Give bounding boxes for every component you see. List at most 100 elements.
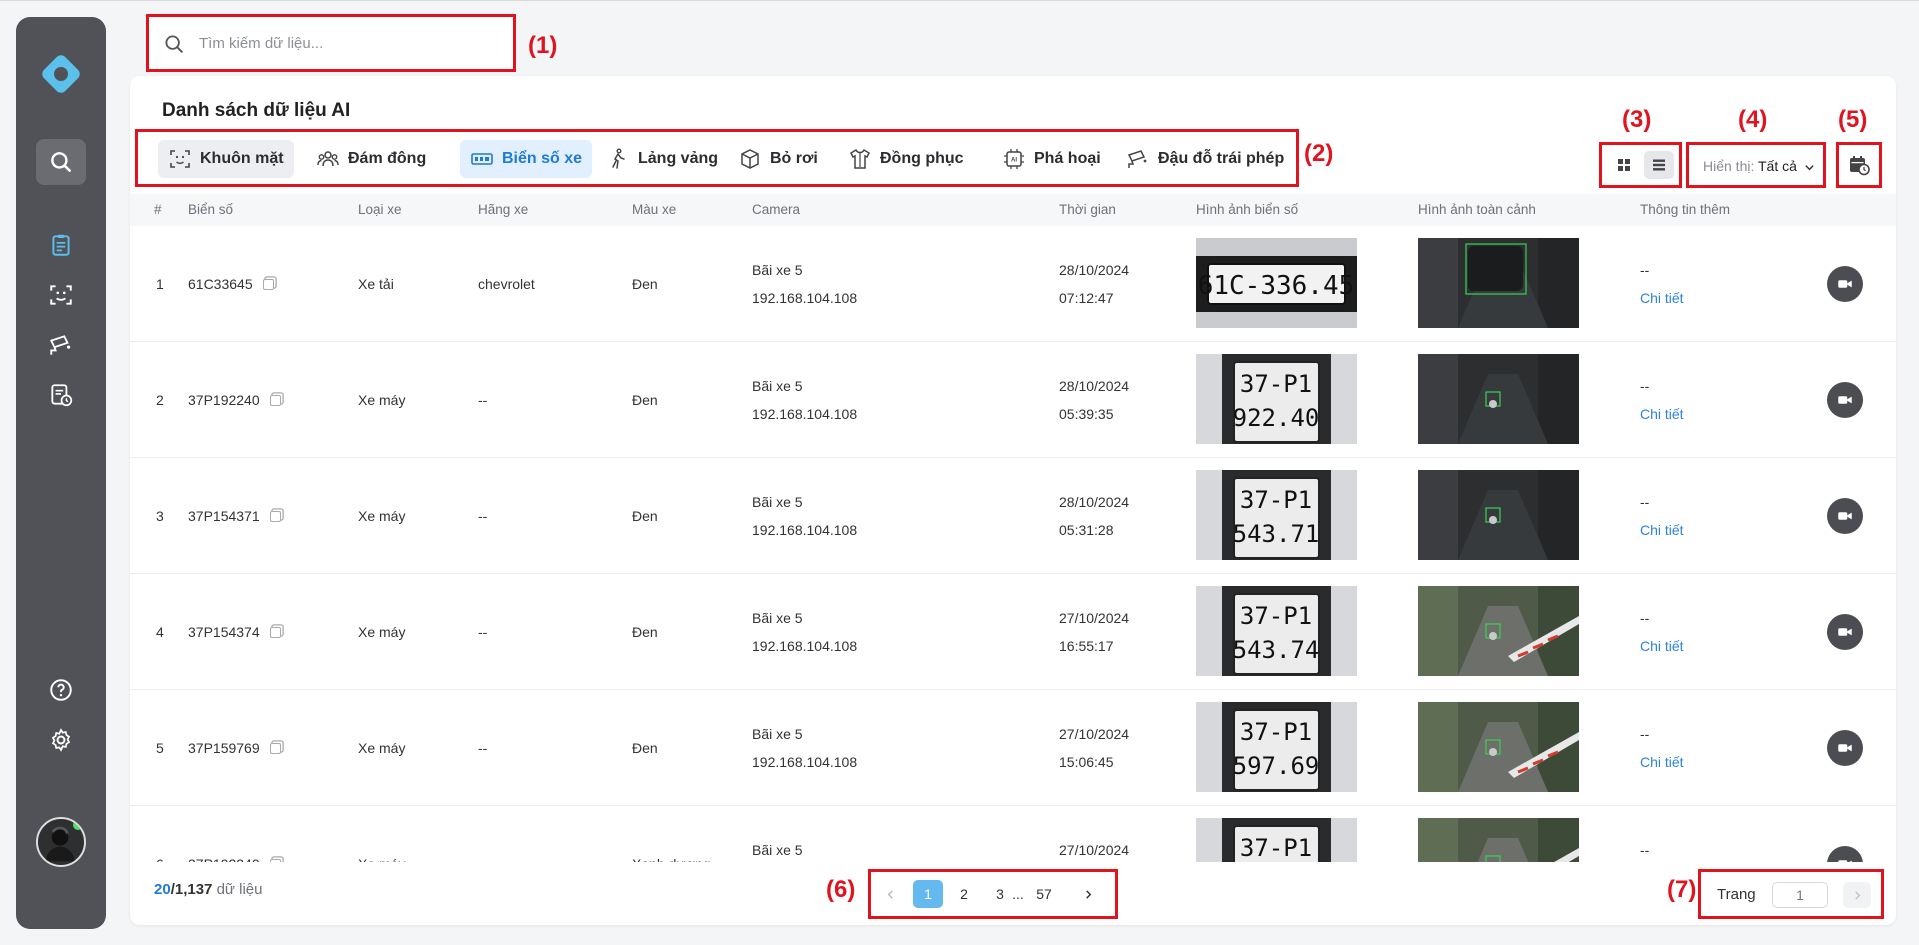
scene-image[interactable] xyxy=(1418,818,1579,862)
tab-uniform[interactable]: Đồng phục xyxy=(838,140,974,178)
sidebar-search-button[interactable] xyxy=(36,139,86,185)
scene-image[interactable] xyxy=(1418,238,1579,328)
vehicle-color: Đen xyxy=(632,740,658,756)
date: 28/10/2024 xyxy=(1059,378,1130,394)
detail-link[interactable]: Chi tiết xyxy=(1640,632,1684,660)
page-button[interactable]: 2 xyxy=(949,880,979,908)
plate-number: 37P159769 xyxy=(188,740,281,756)
settings-button[interactable] xyxy=(36,717,86,763)
copy-icon[interactable] xyxy=(269,859,281,862)
search-input[interactable] xyxy=(199,29,499,57)
plate-image[interactable]: 37-P1 597.69 xyxy=(1196,702,1357,792)
app-logo[interactable] xyxy=(36,49,86,99)
plate-image[interactable]: 37-P1 543.71 xyxy=(1196,470,1357,560)
chevron-right-icon xyxy=(1854,890,1860,900)
extra-info-value: -- xyxy=(1640,494,1650,510)
plate-image[interactable]: 37-P1 543.74 xyxy=(1196,586,1357,676)
annotation-label: (5) xyxy=(1838,106,1868,133)
scene-image[interactable] xyxy=(1418,354,1579,444)
chevron-down-icon xyxy=(1805,165,1814,171)
tab-vandalism[interactable]: AI Phá hoại xyxy=(992,140,1111,178)
sidebar-item-report[interactable] xyxy=(36,372,86,418)
table-row[interactable]: 3 37P154371 Xe máy -- Đen Bãi xe 5 192.16… xyxy=(130,458,1896,574)
play-video-button[interactable] xyxy=(1827,730,1863,766)
copy-icon[interactable] xyxy=(262,279,274,290)
camera-name: Bãi xe 5 xyxy=(752,378,803,394)
avatar[interactable] xyxy=(36,817,86,867)
chevron-right-icon xyxy=(1085,889,1091,899)
video-camera-icon xyxy=(1838,744,1852,752)
annotation-label: (1) xyxy=(528,32,558,59)
time: 15:06:45 xyxy=(1059,754,1114,770)
camera-info: Bãi xe 5192.168.104.108 xyxy=(752,720,857,776)
row-index: 6 xyxy=(156,856,164,862)
detail-link[interactable]: Chi tiết xyxy=(1640,748,1684,776)
help-button[interactable] xyxy=(36,667,86,713)
vehicle-type: Xe máy xyxy=(358,392,406,408)
license-plate-icon xyxy=(471,153,493,165)
tab-illegal-parking[interactable]: Đậu đỗ trái phép xyxy=(1116,140,1294,178)
column-header: Thời gian xyxy=(1059,202,1116,217)
camera-name: Bãi xe 5 xyxy=(752,610,803,626)
camera-ip: 192.168.104.108 xyxy=(752,754,858,770)
play-video-button[interactable] xyxy=(1827,266,1863,302)
grid-view-button[interactable] xyxy=(1609,151,1639,179)
tab-license-plate[interactable]: Biển số xe xyxy=(460,140,593,178)
play-video-button[interactable] xyxy=(1827,382,1863,418)
sidebar-item-camera[interactable] xyxy=(36,322,86,368)
plate-image-text: 61C-336.45 xyxy=(1198,271,1355,301)
sidebar-item-face-scan[interactable] xyxy=(36,272,86,318)
copy-icon[interactable] xyxy=(269,627,281,638)
plate-image[interactable]: 37-P1 xyxy=(1196,818,1357,862)
copy-icon[interactable] xyxy=(269,743,281,754)
tab-loitering[interactable]: Lảng vảng xyxy=(596,140,728,178)
date: 27/10/2024 xyxy=(1059,726,1130,742)
extra-info: --Chi tiết xyxy=(1640,836,1684,862)
display-filter-dropdown[interactable]: Hiển thị: Tất cả xyxy=(1686,142,1826,188)
vehicle-color: Xanh dương xyxy=(632,856,711,862)
page-button[interactable]: 57 xyxy=(1029,880,1059,908)
play-video-button[interactable] xyxy=(1827,846,1863,862)
play-video-button[interactable] xyxy=(1827,498,1863,534)
table-row[interactable]: 4 37P154374 Xe máy -- Đen Bãi xe 5 192.16… xyxy=(130,574,1896,690)
tab-face[interactable]: Khuôn mặt xyxy=(158,140,294,178)
timestamp: 27/10/2024 16:55:17 xyxy=(1059,604,1129,660)
plate-number: 61C33645 xyxy=(188,276,274,292)
list-view-button[interactable] xyxy=(1644,151,1674,179)
plate-image[interactable]: 61C-336.45 xyxy=(1196,238,1357,328)
table-row[interactable]: 5 37P159769 Xe máy -- Đen Bãi xe 5 192.16… xyxy=(130,690,1896,806)
table-row[interactable]: 6 37P192240 Xe máy -- Xanh dương Bãi xe … xyxy=(130,806,1896,862)
scene-image[interactable] xyxy=(1418,586,1579,676)
timestamp: 28/10/2024 07:12:47 xyxy=(1059,256,1129,312)
play-video-button[interactable] xyxy=(1827,614,1863,650)
detail-link[interactable]: Chi tiết xyxy=(1640,516,1684,544)
next-page-button[interactable] xyxy=(1073,880,1103,908)
page-jump-input[interactable] xyxy=(1772,882,1828,908)
detail-link[interactable]: Chi tiết xyxy=(1640,400,1684,428)
copy-icon[interactable] xyxy=(269,511,281,522)
svg-text:AI: AI xyxy=(1011,158,1017,164)
plate-image[interactable]: 37-P1 922.40 xyxy=(1196,354,1357,444)
time: 07:12:47 xyxy=(1059,290,1114,306)
column-header: # xyxy=(154,202,162,217)
table-row[interactable]: 2 37P192240 Xe máy -- Đen Bãi xe 5 192.16… xyxy=(130,342,1896,458)
tab-abandoned[interactable]: Bỏ rơi xyxy=(728,140,828,178)
page-jump-next-button[interactable] xyxy=(1843,882,1871,908)
detail-link[interactable]: Chi tiết xyxy=(1640,284,1684,312)
tab-label: Khuôn mặt xyxy=(200,150,284,167)
scene-image[interactable] xyxy=(1418,470,1579,560)
date-filter-button[interactable] xyxy=(1836,142,1882,188)
box-icon xyxy=(741,149,759,169)
column-header: Thông tin thêm xyxy=(1640,202,1731,217)
page-button[interactable]: 1 xyxy=(913,880,943,908)
sidebar-item-data-list[interactable] xyxy=(36,222,86,268)
table-row[interactable]: 1 61C33645 Xe tải chevrolet Đen Bãi xe 5… xyxy=(130,226,1896,342)
tab-crowd[interactable]: Đám đông xyxy=(306,140,436,178)
column-header: Biển số xyxy=(188,202,234,217)
camera-info: Bãi xe 5192.168.104.108 xyxy=(752,836,857,862)
face-scan-icon xyxy=(170,150,190,168)
prev-page-button[interactable] xyxy=(875,880,905,908)
copy-icon[interactable] xyxy=(269,395,281,406)
vehicle-brand: -- xyxy=(478,856,487,862)
scene-image[interactable] xyxy=(1418,702,1579,792)
